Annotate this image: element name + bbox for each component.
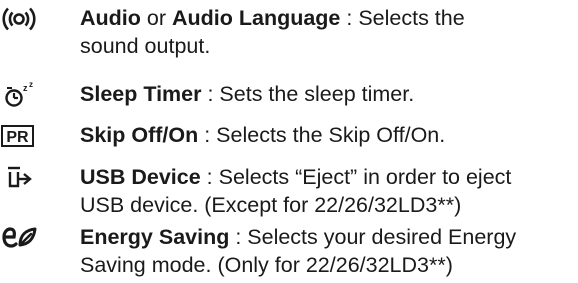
entry-usb-text: USB Device : Selects “Eject” in order to…	[80, 163, 572, 219]
term-audio-language: Audio Language	[171, 6, 341, 30]
desc-usb-1: : Selects “Eject” in order to eject	[200, 165, 512, 189]
entry-energy-text: Energy Saving : Selects your desired Ene…	[80, 223, 572, 279]
pr-icon-label: PR	[6, 129, 29, 146]
entry-usb: USB Device : Selects “Eject” in order to…	[0, 163, 578, 219]
entry-skip-text: Skip Off/On : Selects the Skip Off/On.	[80, 121, 572, 149]
manual-excerpt: Audio or Audio Language : Selects the so…	[0, 0, 578, 283]
term-audio: Audio	[80, 6, 141, 30]
entry-sleep-timer: z z Sleep Timer : Sets the sleep timer.	[0, 80, 578, 108]
term-sleep-timer: Sleep Timer	[80, 82, 202, 106]
joiner-or: or	[140, 6, 172, 30]
desc-audio-1: : Selects the	[340, 6, 465, 30]
svg-text:z: z	[23, 83, 28, 93]
desc-skip: : Selects the Skip Off/On.	[198, 123, 446, 147]
entry-audio-text: Audio or Audio Language : Selects the so…	[80, 4, 572, 60]
entry-energy: Energy Saving : Selects your desired Ene…	[0, 223, 578, 279]
energy-saving-icon	[0, 223, 80, 251]
term-energy-saving: Energy Saving	[80, 225, 230, 249]
desc-energy-1: : Selects your desired Energy	[229, 225, 517, 249]
entry-audio: Audio or Audio Language : Selects the so…	[0, 4, 578, 60]
usb-eject-icon	[0, 163, 80, 191]
entry-sleep-text: Sleep Timer : Sets the sleep timer.	[80, 80, 572, 108]
desc-audio-2: sound output.	[80, 34, 211, 58]
desc-usb-2: USB device. (Except for 22/26/32LD3**)	[80, 193, 462, 217]
audio-icon	[0, 4, 80, 32]
term-usb-device: USB Device	[80, 165, 201, 189]
entry-skip: PR Skip Off/On : Selects the Skip Off/On…	[0, 121, 578, 149]
svg-text:z: z	[29, 82, 33, 89]
pr-icon: PR	[0, 121, 80, 149]
sleep-timer-icon: z z	[0, 80, 80, 108]
desc-energy-2: Saving mode. (Only for 22/26/32LD3**)	[80, 253, 453, 277]
desc-sleep: : Sets the sleep timer.	[201, 82, 415, 106]
term-skip: Skip Off/On	[80, 123, 199, 147]
